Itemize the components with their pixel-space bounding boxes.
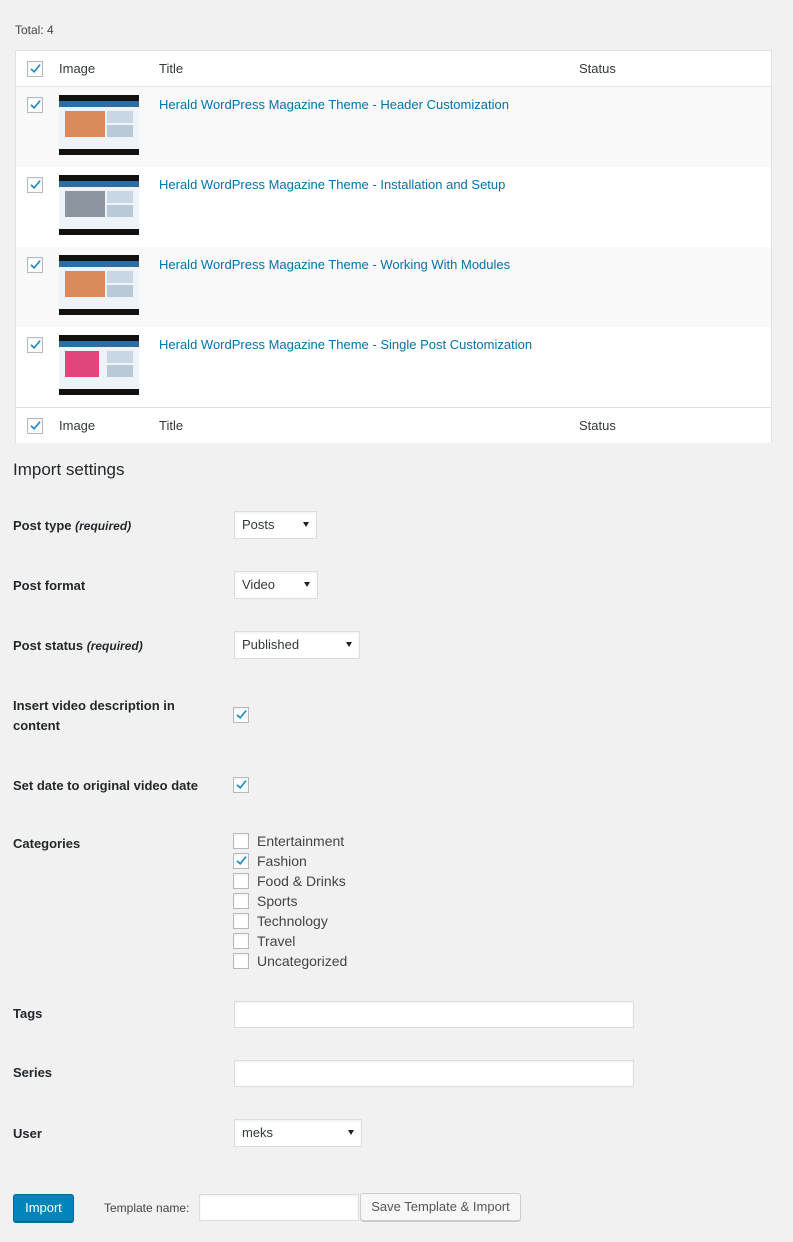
category-checkbox[interactable] [233,853,249,869]
post-type-label: Post type (required) [13,516,131,536]
column-image: Image [59,418,96,433]
column-status: Status [579,61,616,76]
video-title-link[interactable]: Herald WordPress Magazine Theme - Single… [159,337,532,352]
total-count: Total: 4 [15,23,54,37]
required-note: (required) [75,519,132,533]
video-thumbnail [59,335,139,395]
insert-description-label: Insert video description in content [13,696,175,736]
checkmark-icon [30,180,41,189]
column-image: Image [59,61,96,76]
set-date-checkbox[interactable] [233,777,249,793]
category-checkbox[interactable] [233,933,249,949]
insert-description-checkbox[interactable] [233,707,249,723]
save-template-import-button[interactable]: Save Template & Import [360,1193,521,1221]
category-checkbox[interactable] [233,953,249,969]
checkmark-icon [236,856,247,865]
category-label: Travel [257,933,296,949]
table-footer: Image Title Status [16,407,771,443]
category-label: Technology [257,913,328,929]
table-row: Herald WordPress Magazine Theme - Single… [16,327,771,407]
chevron-down-icon [348,1130,354,1135]
category-checkbox[interactable] [233,833,249,849]
category-label: Uncategorized [257,953,348,969]
post-format-select[interactable]: Video [234,571,318,599]
categories-label: Categories [13,836,81,851]
row-checkbox[interactable] [27,177,43,193]
insert-description-label-line1: Insert video description in [13,698,175,713]
user-label: User [13,1126,42,1141]
table-header: Image Title Status [16,51,771,87]
category-label: Entertainment [257,833,345,849]
import-settings-heading: Import settings [13,460,125,479]
post-format-value: Video [242,577,276,592]
select-all-checkbox-footer[interactable] [27,418,43,434]
table-row: Herald WordPress Magazine Theme - Instal… [16,167,771,247]
row-checkbox[interactable] [27,257,43,273]
series-label: Series [13,1065,53,1080]
table-row: Herald WordPress Magazine Theme - Workin… [16,247,771,327]
template-name-input[interactable] [199,1194,359,1221]
user-select[interactable]: meks [234,1119,362,1147]
select-all-checkbox[interactable] [27,61,43,77]
video-title-link[interactable]: Herald WordPress Magazine Theme - Header… [159,97,509,112]
checkmark-icon [236,710,247,719]
tags-input[interactable] [234,1001,634,1028]
checkmark-icon [236,780,247,789]
category-checkbox[interactable] [233,893,249,909]
series-input[interactable] [234,1060,634,1087]
chevron-down-icon [303,522,309,527]
insert-description-label-line2: content [13,718,60,733]
category-label: Food & Drinks [257,873,346,889]
post-status-select[interactable]: Published [234,631,360,659]
set-date-label: Set date to original video date [13,778,198,793]
required-note: (required) [86,639,143,653]
template-name-label: Template name: [104,1201,190,1215]
column-title: Title [159,61,184,76]
post-type-value: Posts [242,517,275,532]
column-title: Title [159,418,184,433]
column-status: Status [579,418,616,433]
video-thumbnail [59,255,139,315]
category-label: Sports [257,893,298,909]
checkmark-icon [30,260,41,269]
category-checkbox[interactable] [233,873,249,889]
category-checkbox[interactable] [233,913,249,929]
checkmark-icon [30,100,41,109]
chevron-down-icon [304,582,310,587]
import-button[interactable]: Import [13,1194,74,1222]
checkmark-icon [30,64,41,73]
post-status-value: Published [242,637,300,652]
row-checkbox[interactable] [27,337,43,353]
video-thumbnail [59,175,139,235]
checkmark-icon [30,340,41,349]
tags-label: Tags [13,1006,43,1021]
post-type-select[interactable]: Posts [234,511,317,539]
video-title-link[interactable]: Herald WordPress Magazine Theme - Workin… [159,257,510,272]
post-status-label-text: Post status [13,638,84,653]
post-format-label: Post format [13,578,86,593]
chevron-down-icon [346,642,352,647]
post-status-label: Post status (required) [13,636,143,656]
user-value: meks [242,1125,274,1140]
checkmark-icon [30,421,41,430]
category-label: Fashion [257,853,307,869]
table-row: Herald WordPress Magazine Theme - Header… [16,87,771,167]
video-table: Image Title Status Herald WordPress Maga… [15,50,772,443]
row-checkbox[interactable] [27,97,43,113]
video-thumbnail [59,95,139,155]
post-type-label-text: Post type [13,518,72,533]
video-title-link[interactable]: Herald WordPress Magazine Theme - Instal… [159,177,505,192]
